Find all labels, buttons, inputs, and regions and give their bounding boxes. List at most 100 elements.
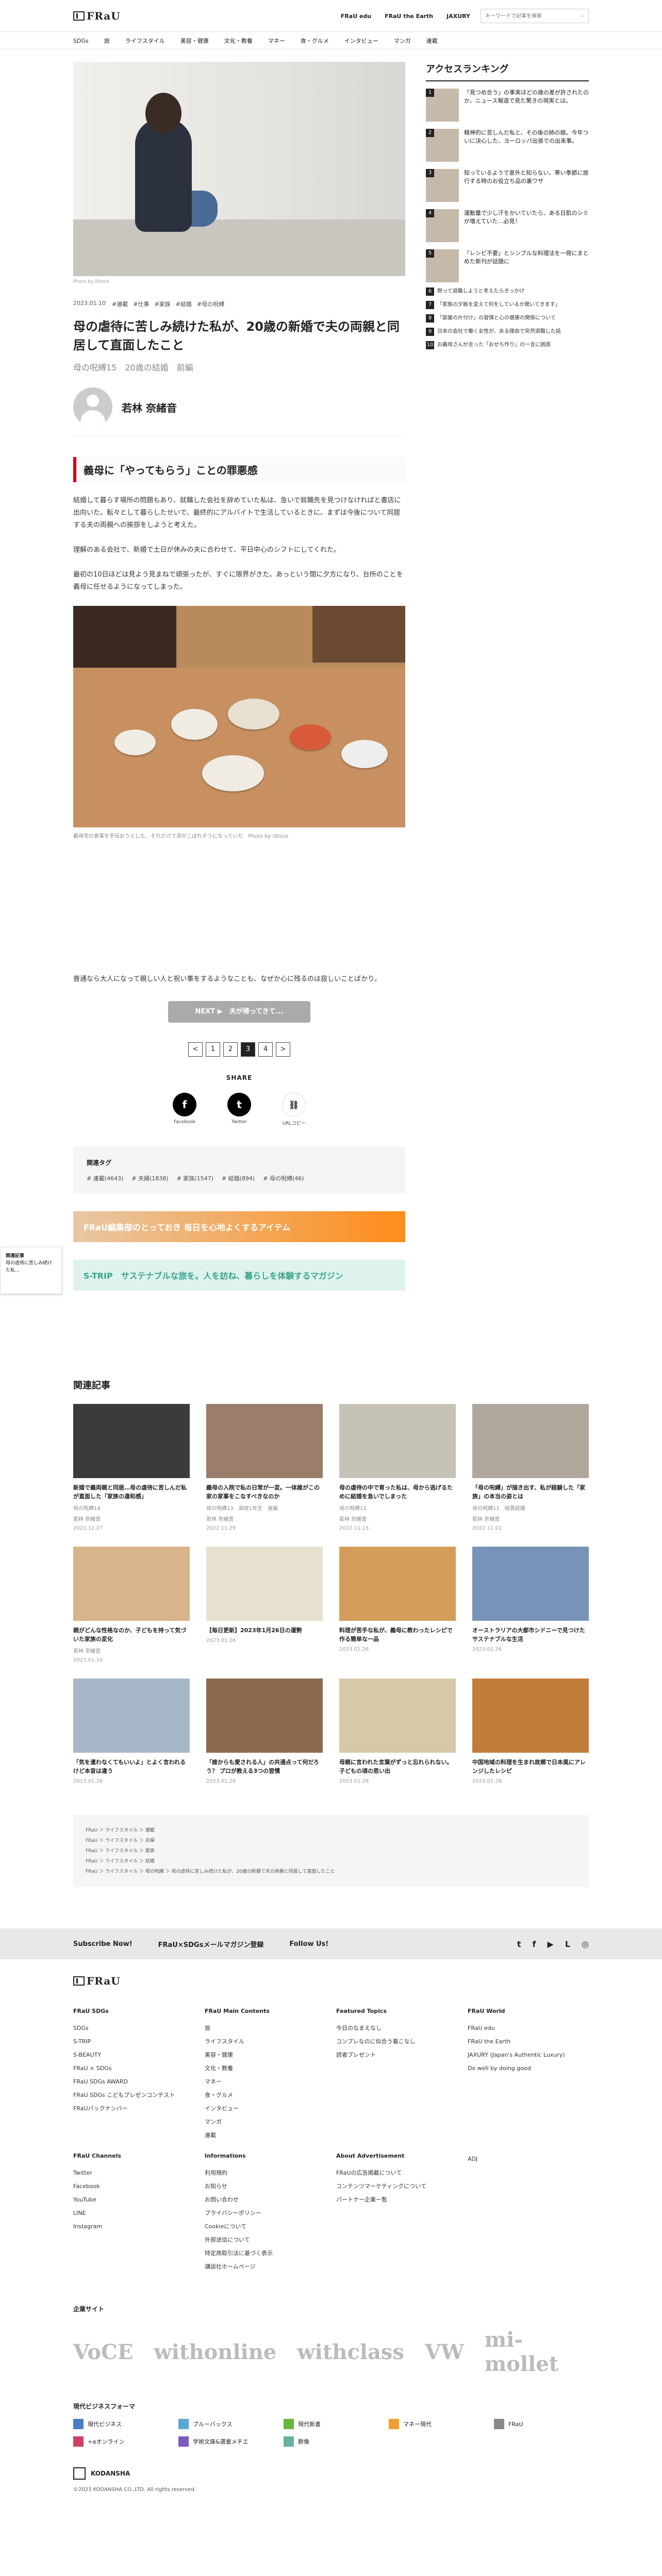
tag-link[interactable]: # 夫婦(1838) xyxy=(131,1174,168,1182)
instagram-icon[interactable]: ◎ xyxy=(582,1939,589,1949)
share-button[interactable]: ⛓ URLコピー xyxy=(282,1093,306,1126)
footer-link[interactable]: 旅 xyxy=(205,2022,326,2035)
related-card[interactable]: 【毎日更新】2023年1月26日の運勢 2023.01.26 xyxy=(206,1547,323,1663)
ranking-item[interactable]: 4 運動量で少し汗をかいていたら、ある日肌のシミが増えていた…必見！ xyxy=(426,209,589,242)
tag-link[interactable]: # 家族(1547) xyxy=(177,1174,213,1182)
footer-link[interactable]: SDGs xyxy=(73,2022,194,2035)
nav-item[interactable]: インタビュー xyxy=(344,37,378,45)
footer-link[interactable]: FRaU edu xyxy=(468,2022,589,2035)
related-author[interactable]: 若林 奈緒音 xyxy=(73,1647,190,1654)
footer-link[interactable]: パートナー企業一覧 xyxy=(336,2193,457,2207)
page-link[interactable]: 4 xyxy=(258,1042,273,1057)
footer-link[interactable]: 読者プレゼント xyxy=(336,2048,457,2062)
related-card[interactable]: 義母の入院で私の日常が一変。一体誰がこの家の家事をこなすべきなのか 母の呪縛13 … xyxy=(206,1404,323,1531)
search-box[interactable]: ⌕ xyxy=(481,9,589,23)
footer-link[interactable]: 利用規約 xyxy=(205,2166,326,2180)
tag-link[interactable]: # 母の呪縛(46) xyxy=(263,1174,304,1182)
related-card[interactable]: 「母の呪縛」が描き出す、私が経験した「家族」の本当の姿とは 母の呪縛11 暗黒結婚… xyxy=(472,1404,589,1531)
footer-link[interactable]: Cookieについて xyxy=(205,2220,326,2233)
ranking-item[interactable]: 5 「レシピ不要」とシンプルな料理法を一冊にまとめた新刊が話題に xyxy=(426,249,589,282)
site-logo[interactable]: withonline xyxy=(154,2340,276,2364)
breadcrumb-line[interactable]: FRaU ＞ ライフスタイル ＞ 夫婦 xyxy=(86,1836,576,1846)
related-card[interactable]: 「誰からも愛される人」の共通点って何だろう？ プロが教える3つの習慣 2023.0… xyxy=(206,1679,323,1784)
footer-link[interactable]: コンプレなのに似合う着こなし xyxy=(336,2035,457,2048)
ranking-item[interactable]: 8 「部屋の片付け」の習慣と心の健康の関係について xyxy=(426,314,589,323)
facebook-icon[interactable]: f xyxy=(173,1093,196,1116)
related-card[interactable]: 新婚で義両親と同居…母の虐待に苦しんだ私が直面した「家族の違和感」 母の呪縛14 若… xyxy=(73,1404,190,1531)
banner-frau-items[interactable]: FRaU編集部のとっておき 毎日を心地よくするアイテム xyxy=(73,1211,405,1242)
article-tag[interactable]: #家族 xyxy=(154,300,170,308)
related-author[interactable]: 若林 奈緒音 xyxy=(73,1515,190,1522)
footer-link[interactable]: コンテンツマーケティングについて xyxy=(336,2180,457,2193)
breadcrumb-line[interactable]: FRaU ＞ ライフスタイル ＞ 母の呪縛 ＞ 母の虐待に苦しみ続けた私が、20… xyxy=(86,1867,576,1877)
footer-link[interactable]: 食・グルメ xyxy=(205,2089,326,2102)
twitter-icon[interactable]: t xyxy=(227,1093,251,1116)
search-icon[interactable]: ⌕ xyxy=(581,13,584,19)
nav-item[interactable]: 文化・教養 xyxy=(224,37,253,45)
page-link[interactable]: 3 xyxy=(241,1042,255,1057)
footer-link[interactable]: マネー xyxy=(205,2075,326,2089)
newsletter-link[interactable]: FRaU×SDGsメールマガジン登録 xyxy=(158,1939,264,1949)
ranking-item[interactable]: 10 お義母さんが言った「おせち作り」の一言に困惑 xyxy=(426,341,589,349)
related-card[interactable]: 母親に言われた言葉がずっと忘れられない。子どもの頃の思い出 2023.01.26 xyxy=(339,1679,456,1784)
page-link[interactable]: 2 xyxy=(223,1042,238,1057)
footer-link[interactable]: 美容・健康 xyxy=(205,2048,326,2062)
footer-link[interactable]: FRaUの広告掲載について xyxy=(336,2166,457,2180)
footer-link[interactable]: 外部送信について xyxy=(205,2233,326,2247)
nav-item[interactable]: マンガ xyxy=(394,37,411,45)
footer-link[interactable]: マンガ xyxy=(205,2115,326,2129)
footer-link[interactable]: FRaU SDGs AWARD xyxy=(73,2075,194,2089)
related-card[interactable]: 母の虐待の中で育った私は、母から逃げるために結婚を急いでしまった 母の呪縛12 若林… xyxy=(339,1404,456,1531)
related-title[interactable]: 親がどんな性格なのか、子どもを持って気づいた家族の変化 xyxy=(73,1626,190,1643)
footer-link[interactable]: 今日のなまえなし xyxy=(336,2022,457,2035)
related-title[interactable]: 「誰からも愛される人」の共通点って何だろう？ プロが教える3つの習慣 xyxy=(206,1758,323,1775)
line-icon[interactable]: L xyxy=(565,1939,570,1949)
related-card[interactable]: 料理が苦手な私が、義母に教わったレシピで作る簡単な一品 2023.01.26 xyxy=(339,1547,456,1663)
site-logo[interactable]: VW xyxy=(425,2340,464,2364)
footer-link[interactable]: YouTube xyxy=(73,2193,194,2207)
youtube-icon[interactable]: ▶ xyxy=(548,1939,554,1949)
related-author[interactable]: 若林 奈緒音 xyxy=(339,1515,456,1522)
footer-link[interactable]: ADJ xyxy=(468,2153,589,2166)
twitter-icon[interactable]: t xyxy=(517,1939,521,1949)
footer-link[interactable]: FRaU SDGs こどもプレゼンコンテスト xyxy=(73,2089,194,2102)
footer-link[interactable]: Instagram xyxy=(73,2220,194,2233)
footer-link[interactable]: 特定商取引法に基づく表示 xyxy=(205,2247,326,2260)
related-author[interactable]: 若林 奈緒音 xyxy=(472,1515,589,1522)
footer-link[interactable]: インタビュー xyxy=(205,2102,326,2115)
biz-link[interactable]: FRaU xyxy=(494,2419,589,2429)
tag-link[interactable]: # 連載(4643) xyxy=(87,1174,123,1182)
floating-related[interactable]: 関連記事 母の虐待に苦しみ続けた私… xyxy=(0,1247,62,1294)
biz-link[interactable]: マネー現代 xyxy=(389,2419,484,2429)
related-title[interactable]: 中国地域の料理を生まれ故郷で日本風にアレンジしたレシピ xyxy=(472,1758,589,1775)
article-tag[interactable]: #仕事 xyxy=(133,300,149,308)
ranking-item[interactable]: 7 「家族の夕飯を変えて何をしているか聞いてきます」 xyxy=(426,301,589,309)
biz-link[interactable]: ブルーバックス xyxy=(178,2419,273,2429)
footer-link[interactable]: LINE xyxy=(73,2207,194,2220)
breadcrumb-line[interactable]: FRaU ＞ ライフスタイル ＞ 結婚 xyxy=(86,1856,576,1867)
footer-link[interactable]: ライフスタイル xyxy=(205,2035,326,2048)
footer-link[interactable]: S-TRIP xyxy=(73,2035,194,2048)
ranking-item[interactable]: 2 精神的に苦しんだ私と、その後の姉の娘。今年ついに決心した、ヨーロッパ出張での出… xyxy=(426,129,589,162)
biz-link[interactable]: +αオンライン xyxy=(73,2436,168,2447)
related-card[interactable]: 中国地域の料理を生まれ故郷で日本風にアレンジしたレシピ 2023.01.26 xyxy=(472,1679,589,1784)
search-input[interactable] xyxy=(485,13,582,19)
site-logo[interactable]: mi-mollet xyxy=(485,2328,589,2376)
related-title[interactable]: 母親に言われた言葉がずっと忘れられない。子どもの頃の思い出 xyxy=(339,1758,456,1775)
biz-link[interactable]: 現代新書 xyxy=(284,2419,378,2429)
site-logo[interactable]: VoCE xyxy=(73,2340,133,2364)
footer-link[interactable]: JAXURY (Japan's Authentic Luxury) xyxy=(468,2048,589,2062)
footer-link[interactable]: プライバシーポリシー xyxy=(205,2207,326,2220)
article-tag[interactable]: #母の呪縛 xyxy=(197,300,224,308)
related-title[interactable]: 義母の入院で私の日常が一変。一体誰がこの家の家事をこなすべきなのか xyxy=(206,1483,323,1501)
related-title[interactable]: 料理が苦手な私が、義母に教わったレシピで作る簡単な一品 xyxy=(339,1626,456,1643)
footer-link[interactable]: Twitter xyxy=(73,2166,194,2180)
nav-item[interactable]: 美容・健康 xyxy=(180,37,209,45)
footer-link[interactable]: FRaU the Earth xyxy=(468,2035,589,2048)
next-page-button[interactable]: NEXT ▶ 夫が帰ってきて... xyxy=(168,1001,310,1023)
footer-link[interactable]: Facebook xyxy=(73,2180,194,2193)
related-card[interactable]: オーストラリアの大都市シドニーで見つけたサステナブルな生活 2023.01.26 xyxy=(472,1547,589,1663)
related-title[interactable]: 「気を遣わなくてもいいよ」とよく言われるけど本音は違う xyxy=(73,1758,190,1775)
breadcrumb-line[interactable]: FRaU ＞ ライフスタイル ＞ 家族 xyxy=(86,1846,576,1856)
ranking-item[interactable]: 6 黙って退職しようと考えたらきっかけ xyxy=(426,287,589,296)
